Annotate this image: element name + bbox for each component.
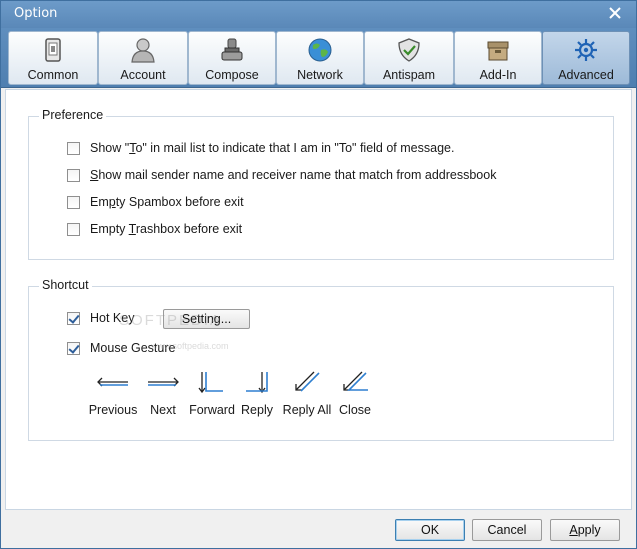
pref-option-show-to[interactable]: Show "To" in mail list to indicate that …	[67, 141, 454, 155]
option-label: Empty Spambox before exit	[90, 195, 244, 209]
tab-network[interactable]: Network	[276, 31, 364, 85]
pref-option-empty-trashbox[interactable]: Empty Trashbox before exit	[67, 222, 242, 236]
advanced-panel: Preference Show "To" in mail list to ind…	[5, 89, 632, 510]
tab-label: Add-In	[479, 68, 517, 82]
gesture-close: Close	[334, 369, 376, 417]
ok-button[interactable]: OK	[395, 519, 465, 541]
dialog-footer: OK Cancel Apply	[1, 511, 636, 548]
hotkey-label: Hot Key	[90, 311, 135, 325]
gesture-reply: Reply	[237, 369, 277, 417]
gesture-label: Next	[150, 403, 176, 417]
gesture-list: Previous Next Forward Reply Reply All Cl…	[29, 369, 615, 429]
gesture-label: Close	[339, 403, 371, 417]
title-bar: Option	[1, 1, 636, 28]
gesture-reply-all: Reply All	[280, 369, 334, 417]
down-right-gesture-icon	[192, 369, 232, 395]
gesture-label: Previous	[88, 403, 138, 417]
gesture-label: Reply	[241, 403, 273, 417]
checkbox[interactable]	[67, 141, 80, 155]
hotkey-option[interactable]: Hot Key	[67, 311, 134, 325]
tab-label: Common	[27, 68, 79, 82]
mouse-gesture-option[interactable]: Mouse Gesture	[67, 341, 175, 355]
pref-option-show-names[interactable]: Show mail sender name and receiver name …	[67, 168, 496, 182]
tab-antispam[interactable]: Antispam	[364, 31, 454, 85]
close-icon	[609, 7, 621, 19]
tab-label: Account	[120, 68, 166, 82]
checkbox[interactable]	[67, 222, 80, 236]
tab-label: Compose	[205, 68, 259, 82]
tab-label: Advanced	[558, 68, 614, 82]
preference-group: Preference Show "To" in mail list to ind…	[28, 108, 614, 260]
apply-accelerator: A	[569, 523, 578, 537]
pref-option-empty-spambox[interactable]: Empty Spambox before exit	[67, 195, 244, 209]
box-icon	[484, 36, 512, 64]
phone-icon	[39, 36, 67, 64]
gesture-forward: Forward	[188, 369, 236, 417]
stamp-icon	[218, 36, 246, 64]
tab-common[interactable]: Common	[8, 31, 98, 85]
gesture-next: Next	[141, 369, 185, 417]
down-left-gesture-icon	[237, 369, 277, 395]
arrow-right-icon	[143, 369, 183, 395]
preference-legend: Preference	[39, 108, 107, 122]
hotkey-checkbox[interactable]	[67, 311, 80, 325]
gesture-previous: Previous	[89, 369, 137, 417]
checkbox[interactable]	[67, 168, 80, 182]
shortcut-group: Shortcut Hot Key Setting... Mouse Gestur…	[28, 278, 615, 441]
option-label: Empty Trashbox before exit	[90, 222, 243, 236]
diagonal-double-icon	[287, 369, 327, 395]
gear-icon	[572, 36, 600, 64]
gesture-label: Reply All	[282, 403, 332, 417]
tab-account[interactable]: Account	[98, 31, 188, 85]
globe-icon	[306, 36, 334, 64]
shortcut-legend: Shortcut	[39, 278, 92, 292]
option-dialog: Option Common Account Compose Network An…	[0, 0, 637, 549]
mouse-gesture-checkbox[interactable]	[67, 341, 80, 355]
apply-button[interactable]: Apply	[550, 519, 620, 541]
arrow-left-icon	[93, 369, 133, 395]
option-label: Show "To" in mail list to indicate that …	[90, 141, 455, 155]
close-button[interactable]	[606, 4, 624, 22]
mouse-gesture-label: Mouse Gesture	[90, 341, 176, 355]
user-icon	[129, 36, 157, 64]
tab-label: Network	[297, 68, 343, 82]
gesture-label: Forward	[189, 403, 235, 417]
tab-label: Antispam	[382, 68, 436, 82]
shield-icon	[395, 36, 423, 64]
tab-compose[interactable]: Compose	[188, 31, 276, 85]
apply-label: pply	[577, 523, 601, 537]
tab-add-in[interactable]: Add-In	[454, 31, 542, 85]
cancel-button[interactable]: Cancel	[472, 519, 542, 541]
diagonal-corner-icon	[335, 369, 375, 395]
checkbox[interactable]	[67, 195, 80, 209]
option-label: Show mail sender name and receiver name …	[90, 168, 497, 182]
tab-advanced[interactable]: Advanced	[542, 31, 630, 85]
window-title: Option	[14, 6, 58, 21]
category-toolbar: Common Account Compose Network Antispam …	[1, 28, 636, 88]
setting-button[interactable]: Setting...	[163, 309, 250, 329]
